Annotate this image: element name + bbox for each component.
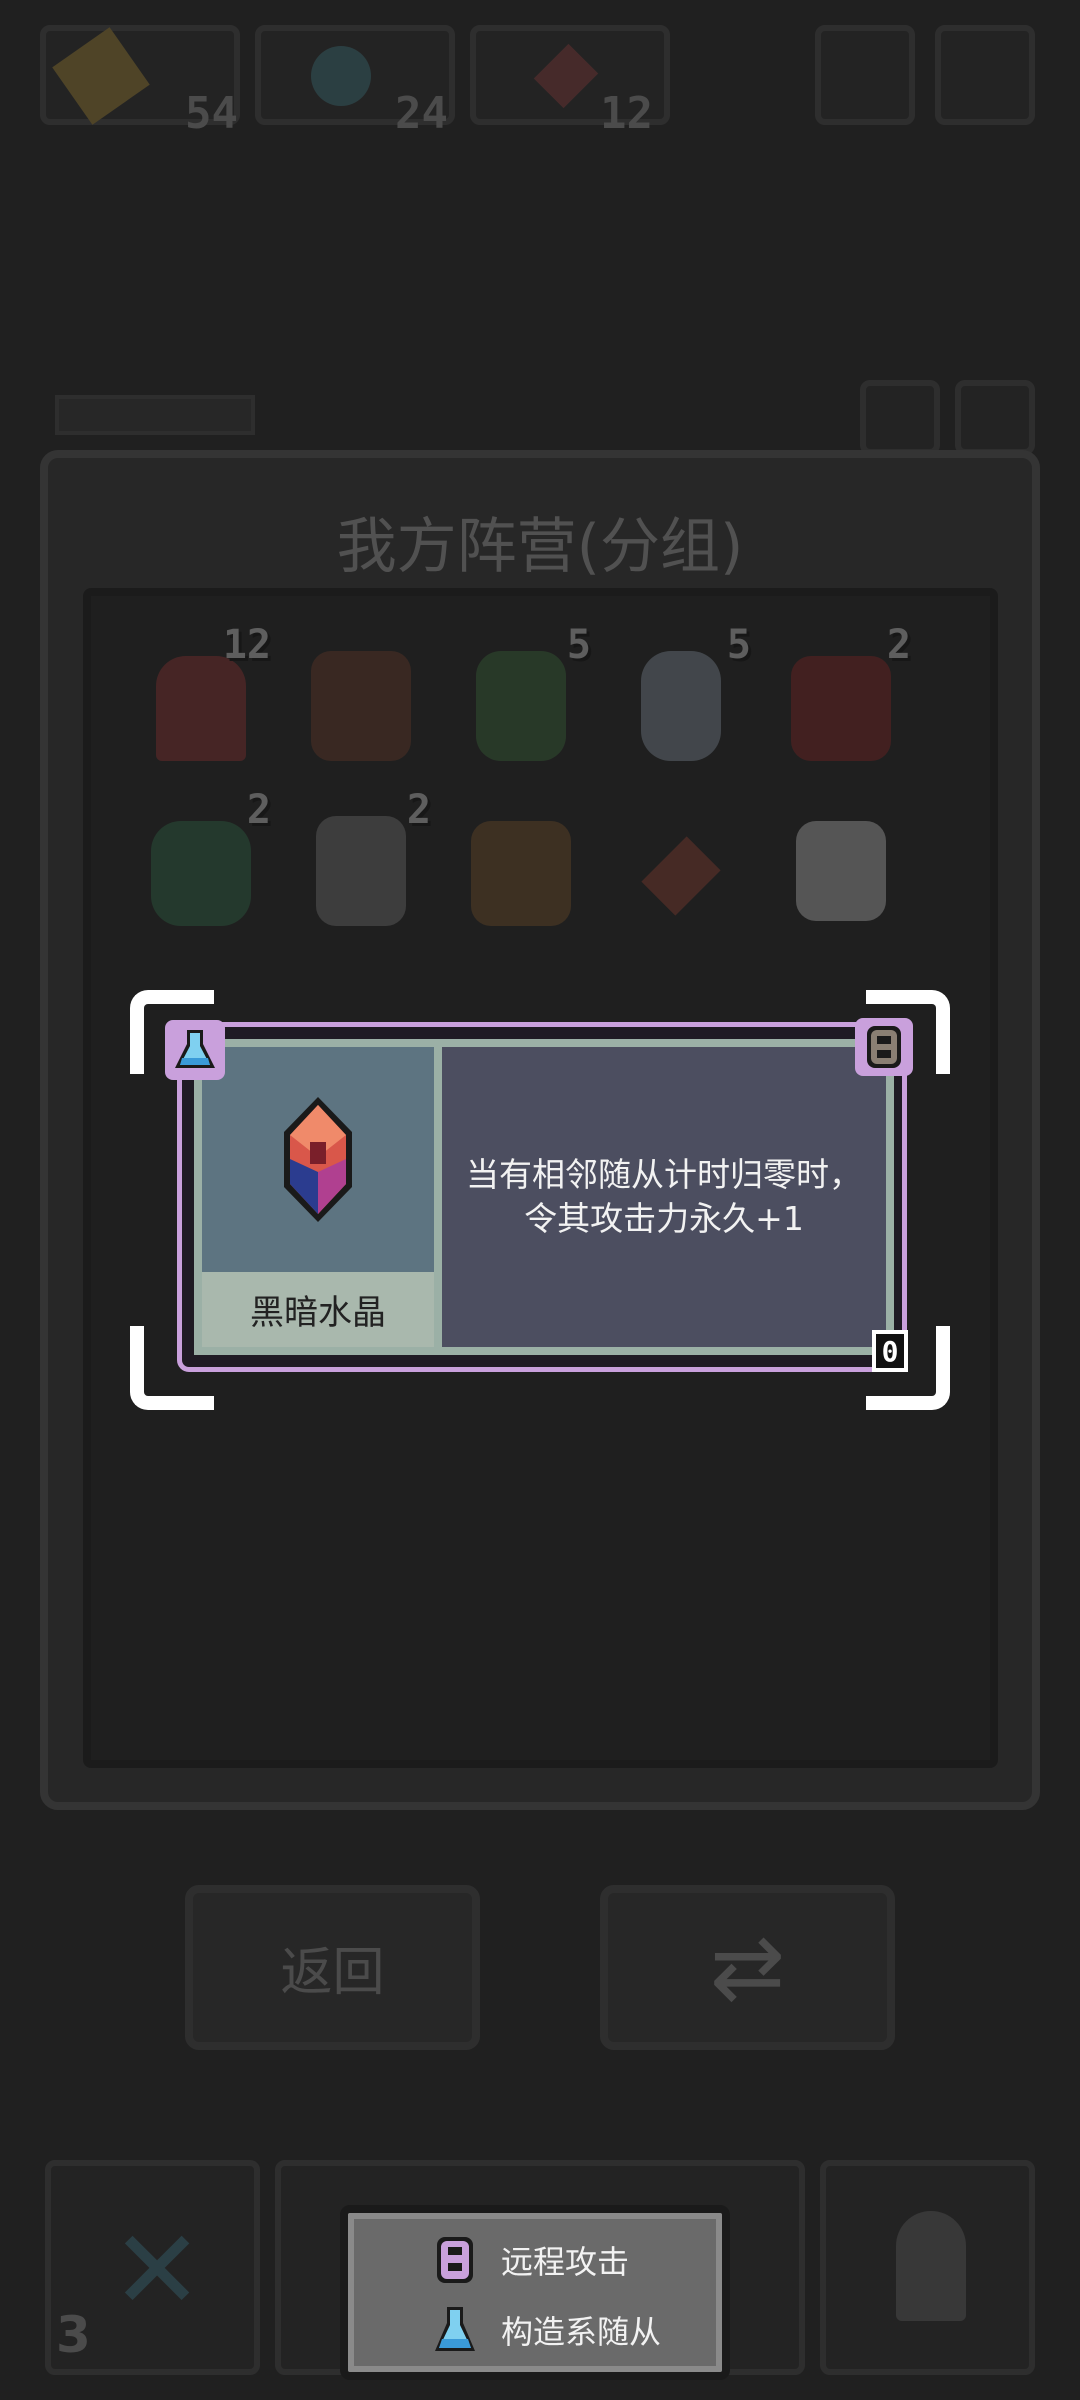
hammer-icon [52,27,150,125]
card-description-line1: 当有相邻随从计时归零时， [466,1155,862,1194]
unit-werewolf[interactable]: 2 [301,787,431,931]
crystal-icon [533,43,599,109]
unit-skeleton[interactable]: 5 [621,622,751,766]
card-portrait [202,1047,434,1272]
unit-badge: 2 [406,787,431,833]
menu-button-1[interactable] [815,25,915,125]
nav-left-button[interactable]: ✕ 3 [45,2160,260,2375]
card-description-line2: 令其攻击力永久+1 [524,1199,804,1238]
unit-badge: 5 [566,622,591,668]
coil-snake-icon [151,821,251,926]
unit-badge: 2 [246,787,271,833]
orc-warrior-icon [471,821,571,926]
card-name: 黑暗水晶 [202,1272,434,1347]
unit-coil-snake[interactable]: 2 [141,787,271,931]
unit-ghost-cat[interactable] [781,801,901,931]
panel-title: 我方阵营(分组) [336,512,744,582]
unit-dark-crystal[interactable] [621,801,741,931]
group-header [55,395,255,435]
menu-button-2[interactable] [935,25,1035,125]
demon-lord-icon [311,651,411,761]
crossed-swords-icon: ✕ [111,2206,204,2334]
swap-button[interactable]: ⇄ [600,1885,895,2050]
stat-value-2: 24 [395,88,448,139]
person-button[interactable] [955,380,1035,455]
legend-label-ranged: 远程攻击 [501,2243,630,2281]
card-description: 当有相邻随从计时归零时， 令其攻击力永久+1 [442,1047,886,1347]
unit-girl[interactable]: 12 [141,622,271,766]
ranged-lock-icon [855,1018,913,1076]
back-button[interactable]: 返回 [185,1885,480,2050]
card-body: 黑暗水晶 当有相邻随从计时归零时， 令其攻击力永久+1 [194,1039,894,1355]
skeleton-icon [641,651,721,761]
nav-right-button[interactable] [820,2160,1035,2375]
swap-icon: ⇄ [709,1915,786,2020]
flask-icon [435,2307,475,2351]
legend-item-construct: 构造系随从 [348,2295,807,2365]
tag-legend: 远程攻击 构造系随从 [340,2205,730,2380]
red-demon-icon [791,656,891,761]
card-frame: 黑暗水晶 当有相邻随从计时归零时， 令其攻击力永久+1 [177,1022,907,1372]
card-popup[interactable]: 黑暗水晶 当有相邻随从计时归零时， 令其攻击力永久+1 0 [130,990,950,1410]
ranged-lock-icon [437,2237,473,2283]
card-divider [434,1047,442,1347]
legend-item-ranged: 远程攻击 [348,2225,807,2295]
person-icon [896,2211,966,2321]
legend-label-construct: 构造系随从 [501,2313,662,2351]
potion-icon [311,46,371,106]
dark-crystal-icon [284,1097,352,1222]
girl-unit-icon [156,656,246,761]
unit-red-demon[interactable]: 2 [781,622,911,766]
flask-icon [165,1020,225,1080]
dark-crystal-icon [641,836,721,916]
unit-orc-warrior[interactable] [461,801,581,931]
unit-demon-lord[interactable] [301,636,421,766]
ghost-cat-icon [796,821,886,921]
card-cost: 0 [872,1330,908,1372]
unit-goblin[interactable]: 5 [461,622,591,766]
stat-value-3: 12 [600,88,653,139]
unit-badge: 12 [222,622,271,668]
nav-left-count: 3 [56,2306,91,2364]
werewolf-icon [316,816,406,926]
house-button[interactable] [860,380,940,455]
goblin-icon [476,651,566,761]
unit-badge: 2 [886,622,911,668]
unit-badge: 5 [726,622,751,668]
stat-value-1: 54 [185,88,238,139]
